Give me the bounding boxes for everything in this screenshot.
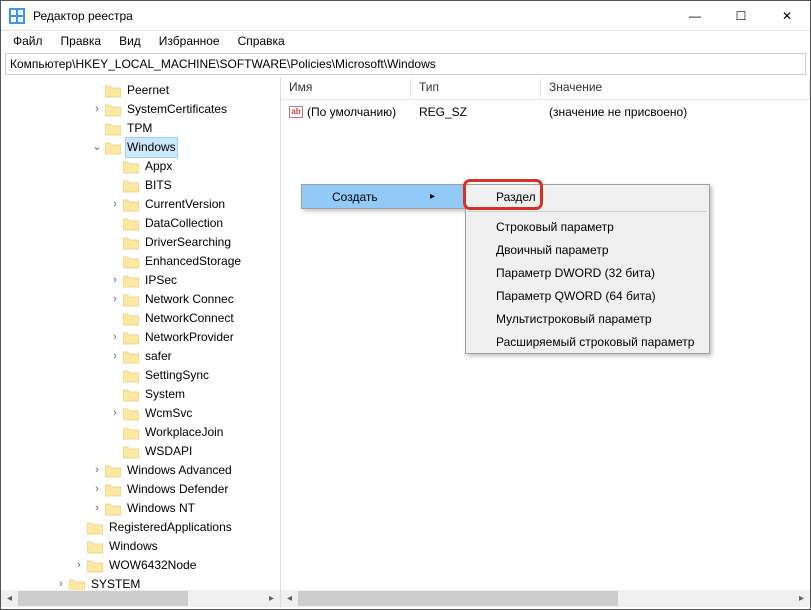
tree-item[interactable]: Windows NT [125,499,197,518]
tree-item[interactable]: DataCollection [143,214,225,233]
tree-item[interactable]: NetworkConnect [143,309,236,328]
tree-item[interactable]: CurrentVersion [143,195,227,214]
tree-item[interactable]: Windows Advanced [125,461,234,480]
chevron-right-icon: ▸ [410,191,435,202]
expand-icon[interactable]: › [109,271,121,290]
close-button[interactable]: ✕ [764,1,810,30]
ctx-section[interactable]: Раздел [466,185,709,208]
list-row[interactable]: ab (По умолчанию) REG_SZ (значение не при… [281,102,810,121]
tree-item[interactable]: DriverSearching [143,233,233,252]
ctx-create[interactable]: Создать▸ [302,185,465,208]
tree-item[interactable]: WOW6432Node [107,556,198,575]
menu-edit[interactable]: Правка [53,32,110,50]
value-name: (По умолчанию) [307,105,396,119]
col-value[interactable]: Значение [541,77,810,99]
expand-icon[interactable]: › [91,461,103,480]
col-type[interactable]: Тип [411,77,541,99]
expand-icon[interactable]: › [109,404,121,423]
tree-item[interactable]: TPM [125,119,154,138]
separator [468,211,707,212]
expand-icon[interactable]: › [109,347,121,366]
titlebar: Редактор реестра — ☐ ✕ [1,1,810,31]
expand-icon[interactable]: › [91,480,103,499]
app-icon [9,8,25,24]
expand-icon[interactable]: › [109,195,121,214]
ctx-expandstring[interactable]: Расширяемый строковый параметр [466,330,709,353]
tree-item[interactable]: Appx [143,157,174,176]
tree-pane[interactable]: Peernet › SystemCertificates TPM ⌄ Windows… [1,77,281,607]
value-type: REG_SZ [411,105,541,119]
tree-item[interactable]: WcmSvc [143,404,194,423]
tree-item[interactable]: WorkplaceJoin [143,423,225,442]
context-submenu: Раздел Строковый параметр Двоичный парам… [465,184,710,354]
tree-item[interactable]: SettingSync [143,366,211,385]
scroll-right-icon[interactable]: ▸ [263,590,280,607]
minimize-button[interactable]: — [672,1,718,30]
maximize-button[interactable]: ☐ [718,1,764,30]
ctx-qword[interactable]: Параметр QWORD (64 бита) [466,284,709,307]
tree-item[interactable]: EnhancedStorage [143,252,243,271]
values-pane[interactable]: Имя Тип Значение ab (По умолчанию) REG_SZ… [281,77,810,607]
tree-item[interactable]: Windows Defender [125,480,230,499]
tree-scrollbar[interactable]: ◂ ▸ [1,590,280,607]
tree-item[interactable]: Windows [107,537,160,556]
list-scrollbar[interactable]: ◂ ▸ [281,590,810,607]
tree-item[interactable]: Network Connec [143,290,236,309]
expand-icon[interactable]: › [91,100,103,119]
tree-item[interactable]: IPSec [143,271,179,290]
value-data: (значение не присвоено) [541,105,810,119]
menu-view[interactable]: Вид [111,32,149,50]
expand-icon[interactable]: › [109,290,121,309]
menubar: Файл Правка Вид Избранное Справка [1,31,810,51]
tree-item[interactable]: NetworkProvider [143,328,236,347]
menu-favorites[interactable]: Избранное [151,32,228,50]
tree-item[interactable]: System [143,385,187,404]
expand-icon[interactable]: › [73,556,85,575]
expand-icon[interactable]: › [109,328,121,347]
scroll-right-icon[interactable]: ▸ [793,590,810,607]
col-name[interactable]: Имя [281,77,411,99]
collapse-icon[interactable]: ⌄ [91,138,103,157]
context-menu: Создать▸ Раздел Строковый параметр Двоич… [301,184,466,209]
scroll-left-icon[interactable]: ◂ [1,590,18,607]
ctx-multistring[interactable]: Мультистроковый параметр [466,307,709,330]
tree-item[interactable]: WSDAPI [143,442,194,461]
address-bar[interactable]: Компьютер\HKEY_LOCAL_MACHINE\SOFTWARE\Po… [5,53,806,75]
expand-icon[interactable]: › [91,499,103,518]
ctx-dword[interactable]: Параметр DWORD (32 бита) [466,261,709,284]
list-header: Имя Тип Значение [281,77,810,100]
ctx-string[interactable]: Строковый параметр [466,215,709,238]
menu-help[interactable]: Справка [230,32,293,50]
menu-file[interactable]: Файл [5,32,51,50]
scroll-left-icon[interactable]: ◂ [281,590,298,607]
tree-item[interactable]: BITS [143,176,174,195]
tree-item[interactable]: Peernet [125,81,171,100]
tree-item[interactable]: SystemCertificates [125,100,229,119]
string-value-icon: ab [289,106,303,118]
tree-item[interactable]: safer [143,347,174,366]
tree-item-selected[interactable]: Windows [125,137,178,158]
window-title: Редактор реестра [33,9,672,23]
ctx-binary[interactable]: Двоичный параметр [466,238,709,261]
tree-item[interactable]: RegisteredApplications [107,518,234,537]
